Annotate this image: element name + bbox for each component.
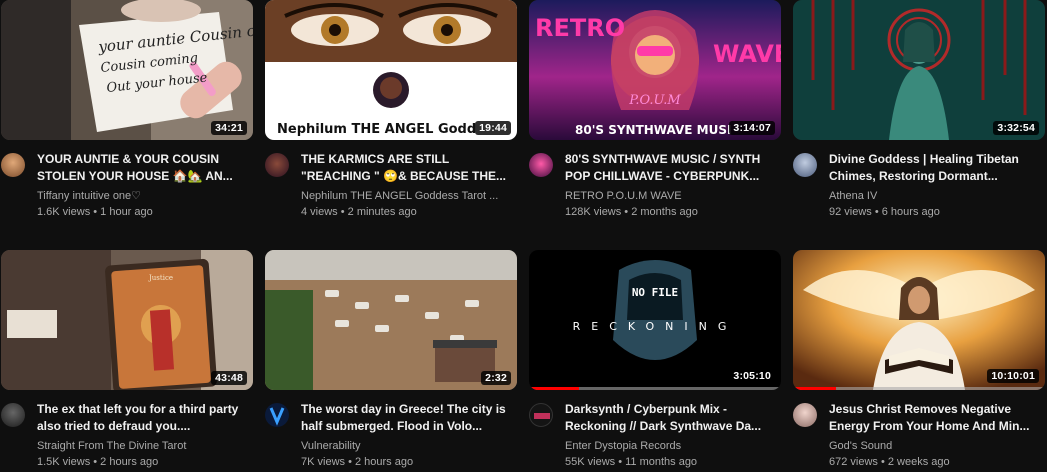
video-title[interactable]: 80'S SYNTHWAVE MUSIC / SYNTH POP CHILLWA… bbox=[565, 151, 781, 185]
channel-name[interactable]: Enter Dystopia Records bbox=[565, 438, 781, 454]
video-stats: 1.5K views • 2 hours ago bbox=[37, 456, 159, 468]
video-duration: 10:10:01 bbox=[987, 369, 1039, 383]
video-thumbnail[interactable]: Justice 43:48 bbox=[1, 250, 253, 390]
thumbnail-art: RETRO WAVE P.O.U.M 80'S SYNTHWAVE MUSI bbox=[529, 0, 781, 140]
thumbnail-art bbox=[793, 0, 1045, 140]
thumbnail-art bbox=[265, 250, 517, 390]
channel-avatar[interactable] bbox=[265, 403, 289, 427]
channel-name[interactable]: Tiffany intuitive one♡ bbox=[37, 188, 253, 204]
watch-progress-bar bbox=[793, 387, 836, 390]
video-title[interactable]: The worst day in Greece! The city is hal… bbox=[301, 401, 517, 435]
video-card[interactable]: Nephilum THE ANGEL Godd 19:44 THE KARMIC… bbox=[265, 0, 517, 220]
video-thumbnail[interactable]: 2:32 bbox=[265, 250, 517, 390]
video-stats: 672 views • 2 weeks ago bbox=[829, 456, 950, 468]
video-card[interactable]: RETRO WAVE P.O.U.M 80'S SYNTHWAVE MUSI 3… bbox=[529, 0, 781, 220]
channel-avatar[interactable] bbox=[265, 153, 289, 177]
video-thumbnail[interactable]: NO FILE RECKONING 3:05:10 bbox=[529, 250, 781, 390]
video-duration: 43:48 bbox=[211, 371, 247, 385]
channel-name[interactable]: Athena IV bbox=[829, 188, 1045, 204]
channel-name[interactable]: Vulnerability bbox=[301, 438, 517, 454]
video-title[interactable]: THE KARMICS ARE STILL "REACHING " 🙄& BEC… bbox=[301, 151, 517, 185]
thumb-card-label: Justice bbox=[148, 274, 173, 282]
thumb-text-retro: RETRO bbox=[535, 14, 625, 42]
video-card[interactable]: NO FILE RECKONING 3:05:10 Darksynth / Cy… bbox=[529, 250, 781, 470]
channel-avatar[interactable] bbox=[793, 403, 817, 427]
video-title[interactable]: Divine Goddess | Healing Tibetan Chimes,… bbox=[829, 151, 1045, 185]
video-duration: 2:32 bbox=[481, 371, 511, 385]
video-stats: 1.6K views • 1 hour ago bbox=[37, 206, 153, 218]
thumbnail-art: Justice bbox=[1, 250, 253, 390]
video-thumbnail[interactable]: Nephilum THE ANGEL Godd 19:44 bbox=[265, 0, 517, 140]
video-card[interactable]: 2:32 The worst day in Greece! The city i… bbox=[265, 250, 517, 470]
video-card[interactable]: Justice 43:48 The ex that left you for a… bbox=[1, 250, 253, 470]
v-logo-icon bbox=[269, 407, 285, 426]
thumb-text-wave: WAVE bbox=[713, 40, 781, 68]
channel-name[interactable]: Straight From The Divine Tarot bbox=[37, 438, 253, 454]
thumbnail-art bbox=[265, 0, 517, 140]
video-thumbnail[interactable]: your auntie Cousin coming Out your house… bbox=[1, 0, 253, 140]
channel-avatar[interactable] bbox=[529, 403, 553, 427]
video-duration: 34:21 bbox=[211, 121, 247, 135]
channel-avatar[interactable] bbox=[1, 153, 25, 177]
video-stats: 55K views • 11 months ago bbox=[565, 456, 698, 468]
video-stats: 4 views • 2 minutes ago bbox=[301, 206, 417, 218]
video-duration: 3:32:54 bbox=[993, 121, 1039, 135]
thumb-text-reckoning: RECKONING bbox=[573, 320, 738, 333]
video-thumbnail[interactable]: 10:10:01 bbox=[793, 250, 1045, 390]
watch-progress-bar bbox=[529, 387, 580, 390]
dystopia-logo-icon bbox=[534, 413, 550, 419]
video-card[interactable]: your auntie Cousin coming Out your house… bbox=[1, 0, 253, 220]
video-card[interactable]: 3:32:54 Divine Goddess | Healing Tibetan… bbox=[793, 0, 1045, 220]
channel-avatar[interactable] bbox=[1, 403, 25, 427]
thumb-text-subtitle: 80'S SYNTHWAVE MUSI bbox=[575, 123, 731, 137]
thumb-text-poum: P.O.U.M bbox=[628, 93, 681, 108]
thumb-text-nofile: NO FILE bbox=[632, 286, 678, 299]
video-stats: 128K views • 2 months ago bbox=[565, 206, 698, 218]
video-stats: 7K views • 2 hours ago bbox=[301, 456, 414, 468]
video-title[interactable]: The ex that left you for a third party a… bbox=[37, 401, 253, 435]
channel-name[interactable]: God's Sound bbox=[829, 438, 1045, 454]
video-duration: 3:05:10 bbox=[729, 369, 775, 383]
video-stats: 92 views • 6 hours ago bbox=[829, 206, 940, 218]
video-duration: 19:44 bbox=[475, 121, 511, 135]
video-card[interactable]: 10:10:01 Jesus Christ Removes Negative E… bbox=[793, 250, 1045, 470]
video-duration: 3:14:07 bbox=[729, 121, 775, 135]
channel-name[interactable]: RETRO P.O.U.M WAVE bbox=[565, 188, 781, 204]
video-title[interactable]: Darksynth / Cyberpunk Mix - Reckoning //… bbox=[565, 401, 781, 435]
video-title[interactable]: YOUR AUNTIE & YOUR COUSIN STOLEN YOUR HO… bbox=[37, 151, 253, 185]
video-thumbnail[interactable]: RETRO WAVE P.O.U.M 80'S SYNTHWAVE MUSI 3… bbox=[529, 0, 781, 140]
video-title[interactable]: Jesus Christ Removes Negative Energy Fro… bbox=[829, 401, 1045, 435]
video-thumbnail[interactable]: 3:32:54 bbox=[793, 0, 1045, 140]
channel-name[interactable]: Nephilum THE ANGEL Goddess Tarot ... bbox=[301, 188, 517, 204]
channel-avatar[interactable] bbox=[529, 153, 553, 177]
thumbnail-art: your auntie Cousin coming Out your house… bbox=[1, 0, 253, 140]
channel-avatar[interactable] bbox=[793, 153, 817, 177]
